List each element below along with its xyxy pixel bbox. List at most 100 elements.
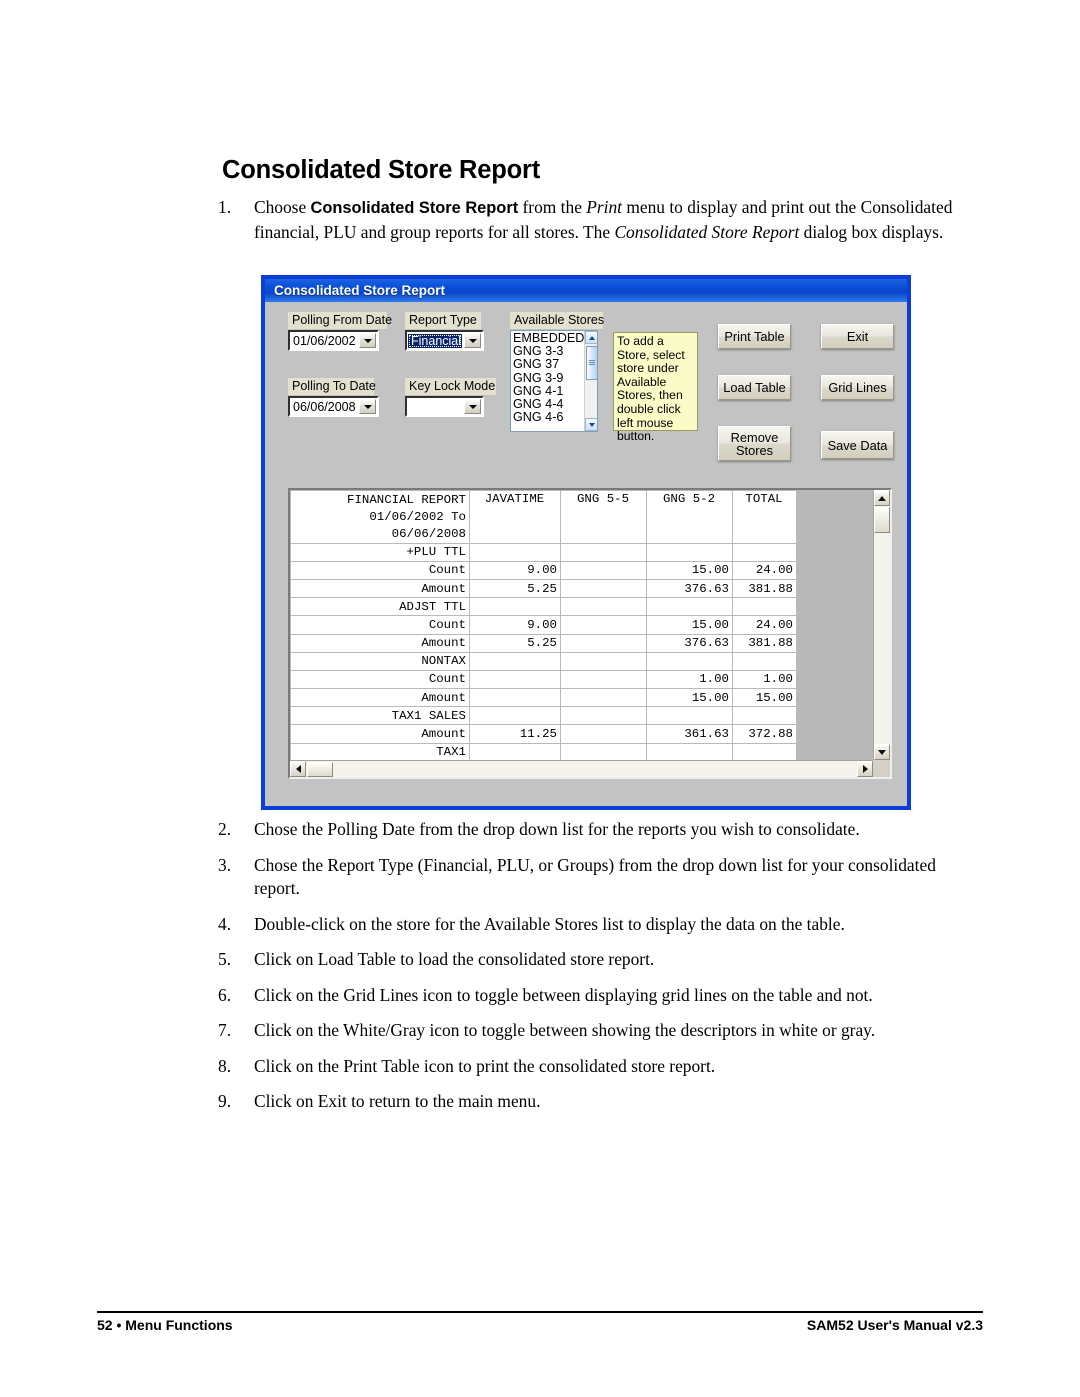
grid-vscroll-track[interactable] xyxy=(874,533,890,744)
step-text: Chose the Polling Date from the drop dow… xyxy=(254,819,860,839)
list-item: 4. Double-click on the store for the Ava… xyxy=(218,913,984,937)
grid-lines-button[interactable]: Grid Lines xyxy=(821,375,894,400)
scroll-right-icon[interactable] xyxy=(857,761,873,777)
list-item[interactable]: GNG 3-9 xyxy=(513,371,584,385)
scroll-up-icon[interactable] xyxy=(874,490,890,506)
cell-gng-5-2: 376.63 xyxy=(646,633,733,653)
list-item: 9. Click on Exit to return to the main m… xyxy=(218,1090,984,1114)
grid-hscroll-track[interactable] xyxy=(333,761,857,777)
intro-part-1: Choose xyxy=(254,197,311,217)
cell-gng-5-5 xyxy=(560,669,647,690)
print-table-button[interactable]: Print Table xyxy=(718,324,791,349)
key-lock-mode-combo[interactable] xyxy=(405,396,484,417)
table-row: Count 9.00 15.00 24.00 xyxy=(290,615,797,635)
cell-total xyxy=(732,597,797,617)
report-grid[interactable]: FINANCIAL REPORT JAVATIME GNG 5-5 GNG 5-… xyxy=(288,488,892,779)
remove-stores-button[interactable]: Remove Stores xyxy=(718,426,791,461)
steps-list: 2. Chose the Polling Date from the drop … xyxy=(218,818,984,1126)
list-item[interactable]: GNG 4-6 xyxy=(513,411,584,424)
cell-gng-5-2: 15.00 xyxy=(646,688,733,708)
chevron-down-icon[interactable] xyxy=(464,399,481,414)
cell-javatime xyxy=(469,688,561,708)
grid-vscroll-thumb[interactable] xyxy=(874,507,890,533)
list-item: 5. Click on Load Table to load the conso… xyxy=(218,948,984,972)
report-header-line-2: 01/06/2002 To xyxy=(290,508,470,526)
cell-gng-5-2 xyxy=(646,597,733,617)
polling-from-date-combo[interactable]: 01/06/2002 xyxy=(288,330,379,351)
report-type-combo[interactable]: Financial xyxy=(405,330,484,351)
grid-vertical-scrollbar[interactable] xyxy=(873,490,890,760)
cell-gng-5-2: 376.63 xyxy=(646,578,733,599)
scroll-left-icon[interactable] xyxy=(290,761,306,777)
cell-javatime: 5.25 xyxy=(469,578,561,599)
list-item: 2. Chose the Polling Date from the drop … xyxy=(218,818,984,842)
scroll-down-icon[interactable] xyxy=(584,418,597,431)
intro-part-2: from the xyxy=(518,197,587,217)
polling-to-date-combo[interactable]: 06/06/2008 xyxy=(288,396,379,417)
exit-button[interactable]: Exit xyxy=(821,324,894,349)
cell-javatime: 11.25 xyxy=(469,724,561,744)
remove-stores-line-1: Remove xyxy=(730,429,779,445)
document-page: Consolidated Store Report 1. Choose Cons… xyxy=(0,0,1080,1397)
chevron-down-icon[interactable] xyxy=(359,399,376,414)
chevron-down-icon[interactable] xyxy=(359,333,376,348)
table-row: NONTAX xyxy=(290,651,797,671)
scrollbar-thumb[interactable] xyxy=(585,346,597,380)
report-grid-viewport[interactable]: FINANCIAL REPORT JAVATIME GNG 5-5 GNG 5-… xyxy=(290,490,890,777)
row-label: Amount xyxy=(290,688,470,708)
cell-total xyxy=(732,542,797,562)
step-number: 8. xyxy=(218,1055,232,1076)
footer-right: SAM52 User's Manual v2.3 xyxy=(806,1317,983,1333)
available-stores-scrollbar[interactable] xyxy=(584,331,597,431)
cell-total: 15.00 xyxy=(732,688,797,708)
list-item: 7. Click on the White/Gray icon to toggl… xyxy=(218,1019,984,1043)
cell-javatime xyxy=(469,706,561,726)
available-stores-label: Available Stores xyxy=(510,312,604,329)
load-table-button[interactable]: Load Table xyxy=(718,375,791,400)
polling-to-date-value: 06/06/2008 xyxy=(293,399,356,414)
cell-total xyxy=(732,706,797,726)
report-header-title: FINANCIAL REPORT xyxy=(290,490,470,509)
step-text: Double-click on the store for the Availa… xyxy=(254,913,845,934)
intro-italic-1: Print xyxy=(586,197,623,217)
scroll-up-icon[interactable] xyxy=(584,331,597,344)
cell-total: 381.88 xyxy=(732,578,797,599)
save-data-button[interactable]: Save Data xyxy=(821,431,894,459)
cell-gng-5-2 xyxy=(646,706,733,726)
cell-gng-5-5 xyxy=(560,742,647,762)
report-type-value: Financial xyxy=(408,333,462,348)
available-stores-items[interactable]: EMBEDDED GNG 3-3 GNG 37 GNG 3-9 GNG 4-1 … xyxy=(511,331,584,431)
cell-gng-5-2: 361.63 xyxy=(646,724,733,744)
cell-gng-5-2 xyxy=(646,651,733,671)
step-number: 2. xyxy=(218,819,232,839)
table-row: Amount 11.25 361.63 372.88 xyxy=(290,724,797,744)
table-row: Amount 5.25 376.63 381.88 xyxy=(290,633,797,653)
cell-total: 381.88 xyxy=(732,633,797,653)
step-text: Chose the Report Type (Financial, PLU, o… xyxy=(254,854,936,899)
step-text: Click on the Print Table icon to print t… xyxy=(254,1055,716,1076)
cell-javatime xyxy=(469,597,561,617)
grid-hscroll-thumb[interactable] xyxy=(307,761,333,777)
column-header-javatime: JAVATIME xyxy=(469,490,561,544)
table-row: TAX1 xyxy=(290,742,797,762)
row-label: ADJST TTL xyxy=(290,597,470,617)
step-number: 9. xyxy=(218,1091,232,1111)
column-header-gng-5-5: GNG 5-5 xyxy=(560,490,647,544)
row-label: TAX1 xyxy=(290,742,470,762)
step-text: Click on Exit to return to the main menu… xyxy=(254,1091,541,1111)
cell-gng-5-5 xyxy=(560,542,647,562)
list-item[interactable]: GNG 37 xyxy=(513,358,584,371)
cell-javatime: 9.00 xyxy=(469,615,561,635)
chevron-down-icon[interactable] xyxy=(464,333,481,348)
dialog-title: Consolidated Store Report xyxy=(274,283,446,298)
step-number: 5. xyxy=(218,949,232,969)
dialog-body: Polling From Date 01/06/2002 Polling To … xyxy=(265,302,907,806)
available-stores-listbox[interactable]: EMBEDDED GNG 3-3 GNG 37 GNG 3-9 GNG 4-1 … xyxy=(510,330,598,432)
cell-gng-5-5 xyxy=(560,560,647,580)
scroll-down-icon[interactable] xyxy=(874,744,890,760)
cell-gng-5-2: 1.00 xyxy=(646,669,733,690)
grid-horizontal-scrollbar[interactable] xyxy=(290,760,873,777)
cell-javatime xyxy=(469,542,561,562)
cell-total xyxy=(732,651,797,671)
row-label: Count xyxy=(290,669,470,690)
